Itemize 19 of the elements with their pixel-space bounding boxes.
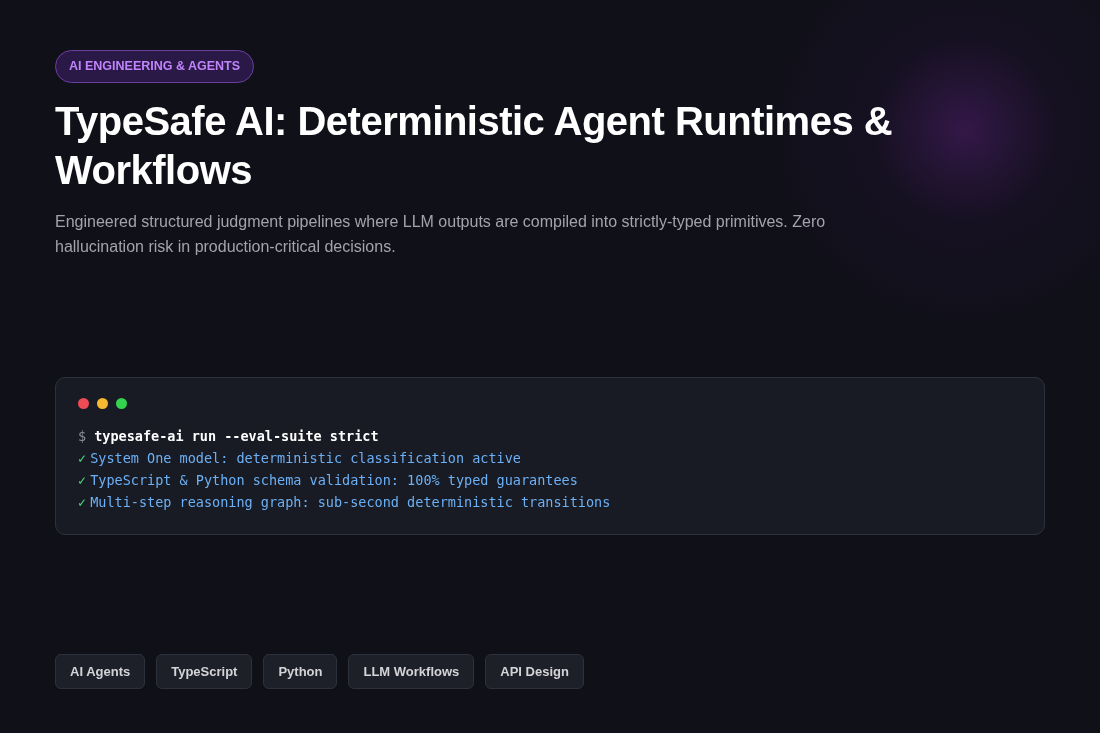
tag-chip: TypeScript xyxy=(156,653,253,690)
terminal-output: Multi-step reasoning graph: sub-second deterministic transitions xyxy=(90,492,611,512)
minimize-dot-icon xyxy=(97,397,108,409)
terminal-command: typesafe-ai run --eval-suite strict xyxy=(94,426,379,446)
check-mark: ✓ xyxy=(78,448,87,468)
maximize-dot-icon xyxy=(116,397,127,409)
check-mark: ✓ xyxy=(78,470,87,490)
category-badge: AI ENGINEERING & AGENTS xyxy=(55,50,255,83)
close-dot-icon xyxy=(78,397,89,409)
tag-chip: LLM Workflows xyxy=(348,653,475,690)
description: Engineered structured judgment pipelines where LLM outputs are compiled into strictly-typed primitives. Zero hallucination risk in production-critical decisions. xyxy=(55,211,827,257)
prompt-symbol: $ xyxy=(78,426,87,446)
tag-chip: API Design xyxy=(485,653,584,690)
tag-chip: Python xyxy=(263,653,338,690)
page-title: TypeSafe AI: Deterministic Agent Runtimes & Workflows xyxy=(55,97,894,194)
terminal-output: System One model: deterministic classification active xyxy=(90,448,521,468)
tag-chip: AI Agents xyxy=(55,653,146,690)
check-mark: ✓ xyxy=(78,492,87,512)
terminal-output: TypeScript & Python schema validation: 100% typed guarantees xyxy=(90,470,578,490)
